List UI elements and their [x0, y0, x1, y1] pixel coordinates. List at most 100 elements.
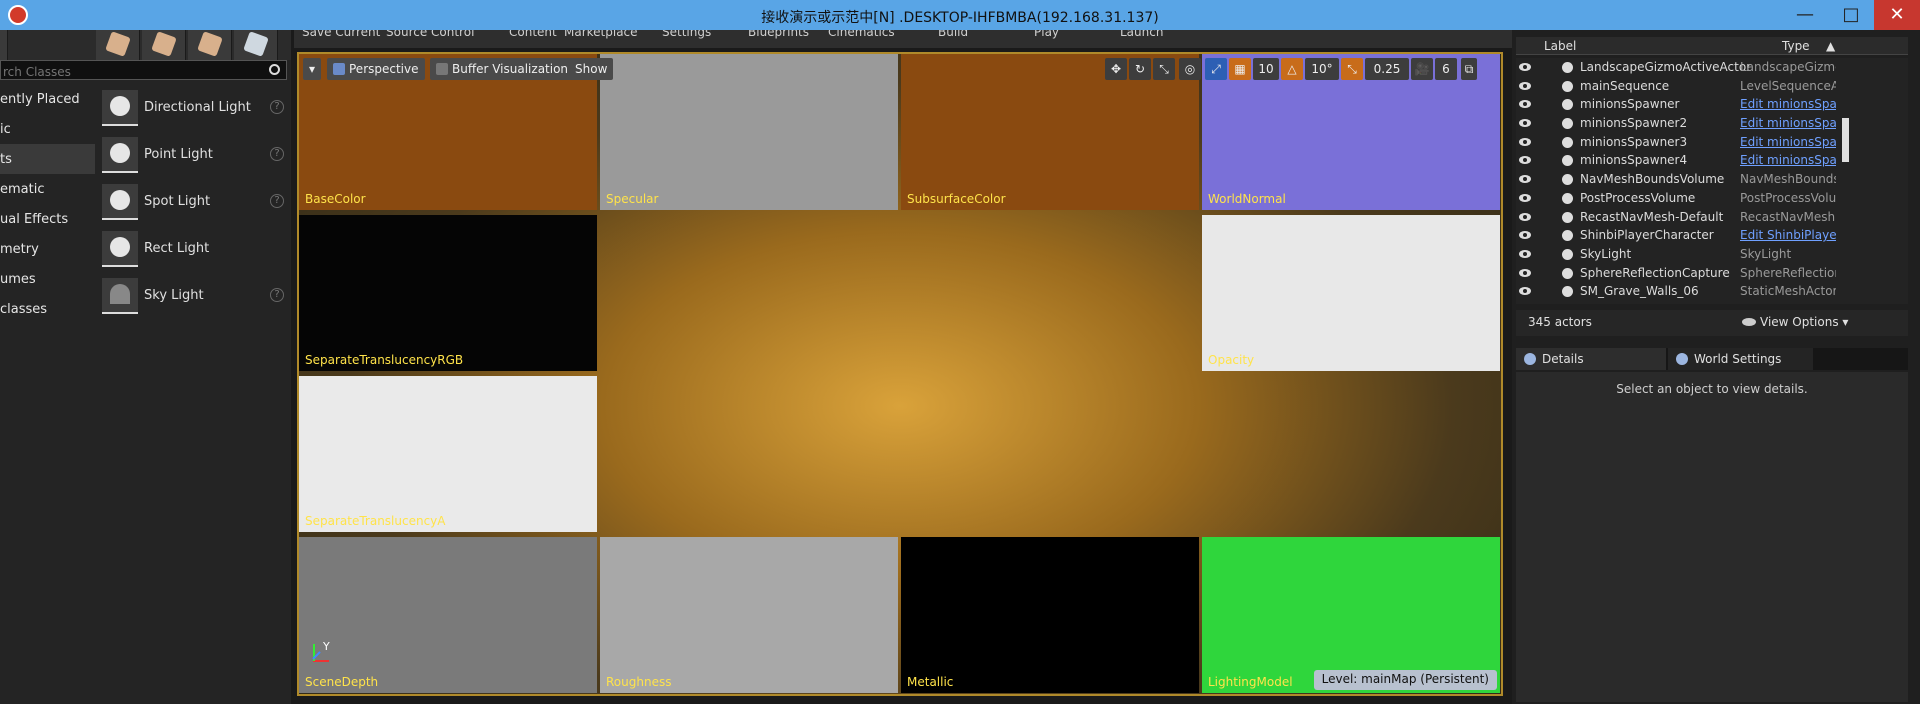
- visibility-eye-icon[interactable]: [1519, 268, 1531, 277]
- scale-mode-icon[interactable]: ⤡: [1153, 58, 1175, 80]
- category-all-classes[interactable]: classes: [0, 294, 95, 324]
- table-row[interactable]: minionsSpawner2 Edit minionsSpaw: [1516, 114, 1908, 133]
- visibility-eye-icon[interactable]: [1519, 156, 1531, 165]
- table-row[interactable]: NavMeshBoundsVolume NavMeshBoundsV: [1516, 170, 1908, 189]
- tab-world-settings[interactable]: World Settings: [1668, 348, 1813, 370]
- help-icon[interactable]: ?: [270, 288, 284, 302]
- actor-type[interactable]: Edit minionsSpaw: [1740, 135, 1836, 149]
- foliage-icon: [197, 31, 223, 57]
- blueprints-button[interactable]: Blueprints: [748, 30, 809, 39]
- rotation-snap-icon[interactable]: △: [1281, 58, 1303, 80]
- rotation-snap-value[interactable]: 10°: [1305, 58, 1339, 80]
- visibility-eye-icon[interactable]: [1519, 119, 1531, 128]
- actor-label: RecastNavMesh-Default: [1580, 209, 1724, 224]
- visibility-eye-icon[interactable]: [1519, 193, 1531, 202]
- category-cinematic[interactable]: ematic: [0, 174, 95, 204]
- camera-speed-value[interactable]: 6: [1435, 58, 1457, 80]
- surface-snap-icon[interactable]: ⤢: [1205, 58, 1227, 80]
- build-button[interactable]: Build: [938, 30, 968, 39]
- column-label[interactable]: Label: [1544, 39, 1576, 53]
- visibility-eye-icon[interactable]: [1519, 100, 1531, 109]
- category-visual-effects[interactable]: ual Effects: [0, 204, 95, 234]
- visibility-eye-icon[interactable]: [1519, 63, 1531, 71]
- world-space-icon[interactable]: ◎: [1179, 58, 1201, 80]
- mode-tab-place[interactable]: [0, 30, 8, 60]
- play-button[interactable]: Play: [1034, 30, 1059, 39]
- list-item[interactable]: Directional Light ?: [100, 84, 288, 131]
- table-row[interactable]: SphereReflectionCapture SphereReflectionC: [1516, 264, 1908, 283]
- actor-type[interactable]: Edit ShinbiPlayer: [1740, 228, 1836, 242]
- view-options-button[interactable]: View Options ▾: [1742, 315, 1848, 329]
- list-item[interactable]: Point Light ?: [100, 131, 288, 178]
- buffer-tile-separatetranslucencyrgb: SeparateTranslucencyRGB: [299, 215, 597, 371]
- actor-type[interactable]: Edit minionsSpaw: [1740, 97, 1836, 111]
- visibility-eye-icon[interactable]: [1519, 231, 1531, 240]
- category-lights[interactable]: ts: [0, 144, 95, 174]
- help-icon[interactable]: ?: [270, 194, 284, 208]
- table-row[interactable]: PostProcessVolume PostProcessVolur: [1516, 189, 1908, 208]
- list-item[interactable]: Spot Light ?: [100, 178, 288, 225]
- search-icon[interactable]: [269, 64, 280, 75]
- table-row[interactable]: RecastNavMesh-Default RecastNavMesh: [1516, 208, 1908, 227]
- mode-tab-paint[interactable]: [96, 30, 140, 60]
- settings-button[interactable]: Settings: [662, 30, 711, 39]
- camera-speed-icon[interactable]: 🎥: [1411, 58, 1433, 80]
- visibility-eye-icon[interactable]: [1519, 137, 1531, 146]
- table-row[interactable]: mainSequence LevelSequenceAct: [1516, 77, 1908, 96]
- buffer-visualization-button[interactable]: Buffer Visualization: [430, 58, 575, 80]
- scale-snap-icon[interactable]: ⤡: [1341, 58, 1363, 80]
- help-icon[interactable]: ?: [270, 147, 284, 161]
- table-row[interactable]: LandscapeGizmoActiveActorLandscapeGizmoA: [1516, 58, 1908, 77]
- visibility-eye-icon[interactable]: [1519, 212, 1531, 221]
- actor-type: SkyLight: [1740, 246, 1792, 261]
- table-row[interactable]: ShinbiPlayerCharacter Edit ShinbiPlayer: [1516, 226, 1908, 245]
- tab-details[interactable]: Details: [1516, 348, 1666, 370]
- maximize-button[interactable]: □: [1828, 0, 1874, 30]
- table-row[interactable]: SM_Grave_Walls_8 StaticMeshActor: [1516, 301, 1908, 304]
- visibility-eye-icon[interactable]: [1519, 287, 1531, 296]
- show-button[interactable]: Show: [569, 58, 614, 80]
- level-viewport[interactable]: BaseColor Specular SubsurfaceColor World…: [297, 52, 1503, 696]
- help-icon[interactable]: ?: [270, 100, 284, 114]
- list-item[interactable]: Sky Light ?: [100, 272, 288, 319]
- table-row[interactable]: minionsSpawner Edit minionsSpaw: [1516, 95, 1908, 114]
- grid-snap-value[interactable]: 10: [1253, 58, 1279, 80]
- actor-type[interactable]: Edit minionsSpaw: [1740, 116, 1836, 130]
- visibility-eye-icon[interactable]: [1519, 81, 1531, 90]
- list-item[interactable]: Rect Light: [100, 225, 288, 272]
- marketplace-button[interactable]: Marketplace: [564, 30, 638, 39]
- mode-tab-foliage[interactable]: [188, 30, 232, 60]
- perspective-button[interactable]: Perspective: [327, 58, 425, 80]
- table-row[interactable]: minionsSpawner3 Edit minionsSpaw: [1516, 133, 1908, 152]
- close-button[interactable]: ✕: [1874, 0, 1920, 30]
- category-basic[interactable]: ic: [0, 114, 95, 144]
- category-volumes[interactable]: umes: [0, 264, 95, 294]
- source-control-button[interactable]: Source Control: [386, 30, 474, 39]
- grid-snap-icon[interactable]: ▦: [1229, 58, 1251, 80]
- launch-button[interactable]: Launch: [1120, 30, 1163, 39]
- table-row[interactable]: SkyLight SkyLight: [1516, 245, 1908, 264]
- mode-tab-geometry[interactable]: [234, 30, 278, 60]
- save-current-button[interactable]: Save Current: [302, 30, 380, 39]
- table-row[interactable]: SM_Grave_Walls_06 StaticMeshActor: [1516, 282, 1908, 301]
- category-recently-placed[interactable]: ently Placed: [0, 84, 95, 114]
- actor-type[interactable]: Edit minionsSpaw: [1740, 153, 1836, 167]
- viewport-options-button[interactable]: ▾: [303, 58, 321, 80]
- search-classes-input[interactable]: [1, 63, 261, 81]
- visibility-eye-icon[interactable]: [1519, 175, 1531, 184]
- outliner-scrollbar[interactable]: [1842, 118, 1849, 162]
- cinematics-button[interactable]: Cinematics: [828, 30, 895, 39]
- table-row[interactable]: minionsSpawner4 Edit minionsSpaw: [1516, 151, 1908, 170]
- mode-tab-landscape[interactable]: [142, 30, 186, 60]
- sort-arrow-icon[interactable]: ▲: [1826, 39, 1835, 53]
- rotate-mode-icon[interactable]: ↻: [1129, 58, 1151, 80]
- column-type[interactable]: Type: [1782, 39, 1810, 53]
- minimize-button[interactable]: —: [1782, 0, 1828, 30]
- translate-mode-icon[interactable]: ✥: [1105, 58, 1127, 80]
- scale-snap-value[interactable]: 0.25: [1365, 58, 1409, 80]
- maximize-viewport-icon[interactable]: ⧉: [1461, 58, 1477, 80]
- visibility-eye-icon[interactable]: [1519, 249, 1531, 258]
- category-geometry[interactable]: metry: [0, 234, 95, 264]
- content-button[interactable]: Content: [509, 30, 557, 39]
- outliner-list[interactable]: LandscapeGizmoActiveActorLandscapeGizmoA…: [1516, 58, 1908, 304]
